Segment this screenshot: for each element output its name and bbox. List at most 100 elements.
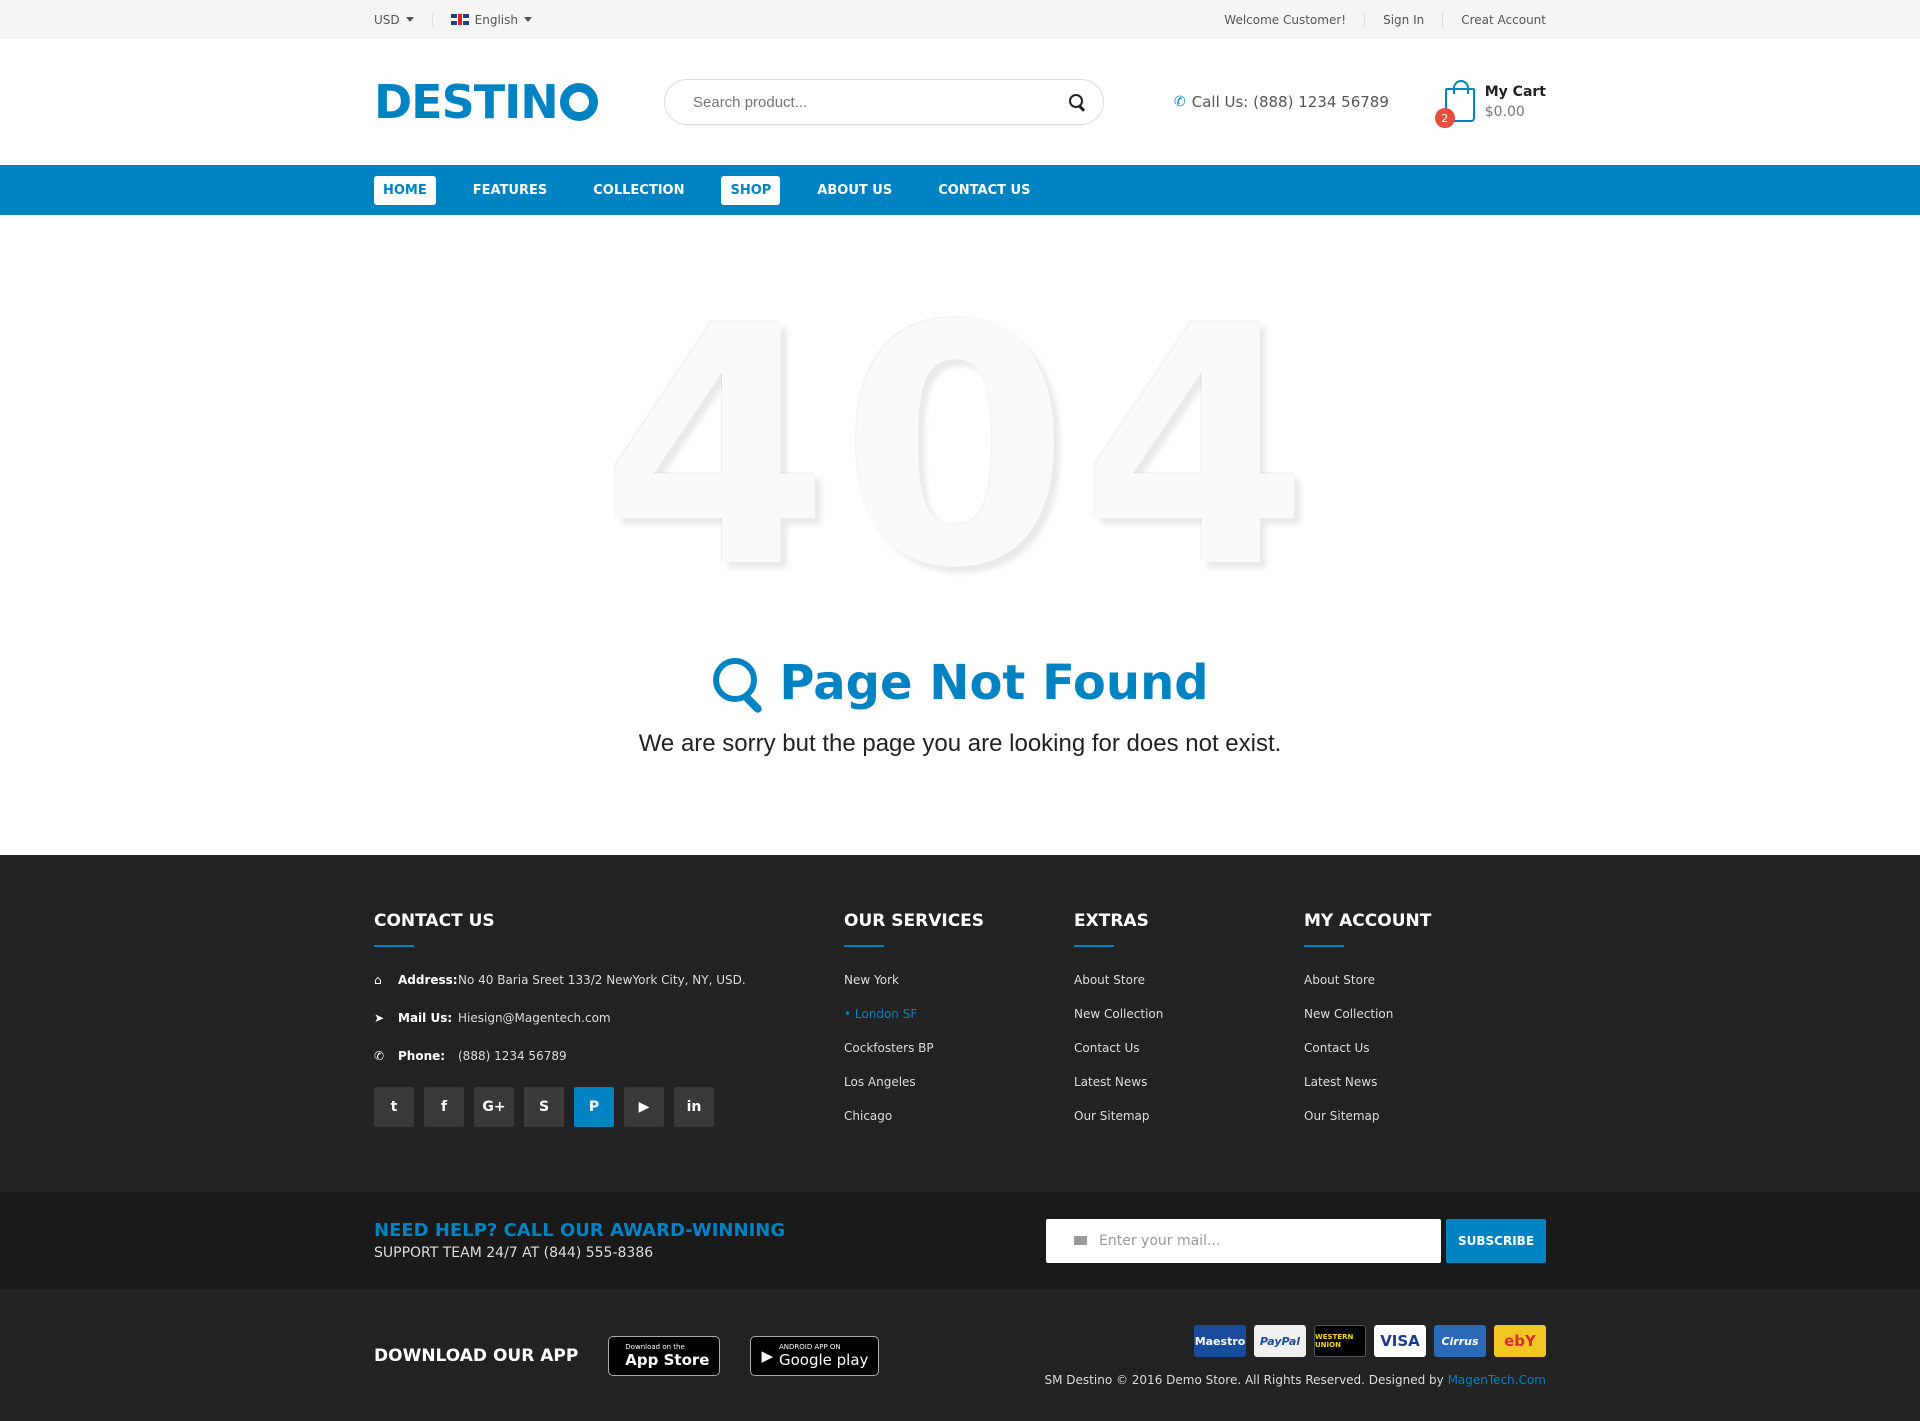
- footer-link[interactable]: Contact Us: [1074, 1041, 1304, 1055]
- linkedin-icon[interactable]: in: [674, 1087, 714, 1127]
- nav-collection[interactable]: COLLECTION: [584, 176, 693, 205]
- language-label: English: [474, 12, 518, 27]
- nav-shop[interactable]: SHOP: [721, 175, 781, 205]
- error-content: 404 Page Not Found We are sorry but the …: [0, 215, 1920, 855]
- footer-link[interactable]: About Store: [1074, 973, 1304, 987]
- footer-link[interactable]: Latest News: [1304, 1075, 1534, 1089]
- search-input[interactable]: [693, 93, 1053, 111]
- google-play-label: Google play: [779, 1351, 869, 1369]
- footer-account-heading: MY ACCOUNT: [1304, 911, 1432, 931]
- uk-flag-icon: [450, 14, 469, 25]
- newsletter-form: Enter your mail... SUBSCRIBE: [1046, 1218, 1546, 1263]
- app-store-button[interactable]: Download on the App Store: [608, 1336, 721, 1376]
- phone-label: Phone:: [398, 1049, 446, 1063]
- search-box: [664, 79, 1104, 125]
- top-bar: USD English Welcome Customer! Sign In Cr…: [0, 0, 1920, 39]
- nav-about-us[interactable]: ABOUT US: [808, 176, 901, 205]
- social-links: t f G+ S P ▶ in: [374, 1087, 844, 1127]
- twitter-icon[interactable]: t: [374, 1087, 414, 1127]
- search-icon[interactable]: [1069, 94, 1085, 110]
- main-nav: HOME FEATURES COLLECTION SHOP ABOUT US C…: [0, 165, 1920, 215]
- chevron-down-icon: [523, 17, 532, 22]
- send-icon: ➤: [374, 1011, 385, 1025]
- footer-contact-heading: CONTACT US: [374, 911, 495, 931]
- footer-link[interactable]: Chicago: [844, 1109, 1074, 1123]
- footer-link[interactable]: New Collection: [1074, 1007, 1304, 1021]
- call-us: ✆ Call Us: (888) 1234 56789: [1174, 93, 1444, 111]
- google-plus-icon[interactable]: G+: [474, 1087, 514, 1127]
- copyright: SM Destino © 2016 Demo Store. All Rights…: [1045, 1373, 1546, 1387]
- help-bar: NEED HELP? CALL OUR AWARD-WINNING SUPPOR…: [0, 1192, 1920, 1289]
- app-store-label: App Store: [625, 1351, 710, 1369]
- skype-icon[interactable]: S: [524, 1087, 564, 1127]
- payment-methods: Maestro PayPal WESTERN UNION VISA Cirrus…: [1194, 1325, 1546, 1357]
- footer-link[interactable]: Los Angeles: [844, 1075, 1074, 1089]
- footer-link[interactable]: Our Sitemap: [1074, 1109, 1304, 1123]
- logo[interactable]: DESTIN: [374, 75, 664, 129]
- heading-underline: [1304, 945, 1344, 947]
- currency-label: USD: [374, 12, 400, 27]
- footer-services: OUR SERVICES New York London SF Cockfost…: [844, 911, 1074, 1143]
- nav-home[interactable]: HOME: [374, 175, 436, 205]
- designer-link[interactable]: MagenTech.Com: [1448, 1373, 1546, 1387]
- youtube-icon[interactable]: ▶: [624, 1087, 664, 1127]
- nav-features[interactable]: FEATURES: [464, 176, 557, 205]
- footer-link[interactable]: New York: [844, 973, 1074, 987]
- footer-extras: EXTRAS About Store New Collection Contac…: [1074, 911, 1304, 1143]
- mini-cart[interactable]: 2 My Cart $0.00: [1434, 80, 1546, 128]
- facebook-icon[interactable]: f: [424, 1087, 464, 1127]
- cirrus-icon: Cirrus: [1434, 1325, 1486, 1357]
- google-play-button[interactable]: ▶ ANDROID APP ON Google play: [750, 1336, 880, 1376]
- mail-label: Mail Us:: [398, 1011, 453, 1025]
- footer-link[interactable]: Our Sitemap: [1304, 1109, 1534, 1123]
- nav-contact-us[interactable]: CONTACT US: [929, 176, 1039, 205]
- footer-services-heading: OUR SERVICES: [844, 911, 985, 931]
- home-icon: ⌂: [374, 973, 382, 987]
- help-heading: NEED HELP? CALL OUR AWARD-WINNING: [374, 1220, 786, 1241]
- footer-link[interactable]: Cockfosters BP: [844, 1041, 1074, 1055]
- play-icon: ▶: [761, 1347, 773, 1365]
- phone-icon: ✆: [1174, 94, 1186, 110]
- footer-link[interactable]: Latest News: [1074, 1075, 1304, 1089]
- maestro-icon: Maestro: [1194, 1325, 1246, 1357]
- western-union-icon: WESTERN UNION: [1314, 1325, 1366, 1357]
- footer-link[interactable]: About Store: [1304, 973, 1534, 987]
- phone-icon: ✆: [374, 1049, 385, 1063]
- footer-bottom: DOWNLOAD OUR APP Download on the App Stor…: [0, 1289, 1920, 1421]
- footer-link[interactable]: New Collection: [1304, 1007, 1534, 1021]
- logo-text: DESTIN: [374, 75, 559, 129]
- phone-value: (888) 1234 56789: [458, 1049, 567, 1063]
- chevron-down-icon: [405, 17, 414, 22]
- error-message: We are sorry but the page you are lookin…: [638, 730, 1282, 757]
- envelope-icon: [1074, 1236, 1087, 1245]
- heading-underline: [1074, 945, 1114, 947]
- currency-select[interactable]: USD: [374, 13, 432, 27]
- magnifier-icon: [711, 656, 765, 710]
- copyright-text: SM Destino © 2016 Demo Store. All Rights…: [1044, 1373, 1448, 1387]
- footer-account: MY ACCOUNT About Store New Collection Co…: [1304, 911, 1534, 1143]
- subscribe-button[interactable]: SUBSCRIBE: [1446, 1218, 1546, 1263]
- sign-in-link[interactable]: Sign In: [1364, 12, 1442, 27]
- header: DESTIN ✆ Call Us: (888) 1234 56789 2 My …: [0, 39, 1920, 165]
- email-placeholder: Enter your mail...: [1099, 1232, 1221, 1249]
- footer-link[interactable]: Contact Us: [1304, 1041, 1534, 1055]
- pinterest-icon[interactable]: P: [574, 1087, 614, 1127]
- shopping-bag-icon: 2: [1434, 80, 1475, 128]
- download-app-heading: DOWNLOAD OUR APP: [374, 1346, 579, 1366]
- call-us-text: Call Us: (888) 1234 56789: [1191, 93, 1389, 111]
- footer: CONTACT US ⌂ Address: No 40 Baria Sreet …: [0, 855, 1920, 1192]
- footer-link[interactable]: London SF: [844, 1007, 1074, 1021]
- visa-icon: VISA: [1374, 1325, 1426, 1357]
- welcome-text: Welcome Customer!: [1224, 12, 1347, 27]
- create-account-link[interactable]: Creat Account: [1442, 12, 1546, 27]
- heading-underline: [374, 945, 414, 947]
- google-play-small: ANDROID APP ON: [779, 1343, 841, 1351]
- language-select[interactable]: English: [431, 12, 550, 27]
- cart-count-badge: 2: [1434, 108, 1455, 128]
- mail-value[interactable]: Hiesign@Magentech.com: [458, 1011, 611, 1025]
- address-value: No 40 Baria Sreet 133/2 NewYork City, NY…: [458, 973, 746, 987]
- page-title: Page Not Found: [0, 655, 1920, 711]
- paypal-icon: PayPal: [1254, 1325, 1306, 1357]
- ebay-icon: ebY: [1494, 1325, 1546, 1357]
- email-field[interactable]: Enter your mail...: [1046, 1218, 1441, 1263]
